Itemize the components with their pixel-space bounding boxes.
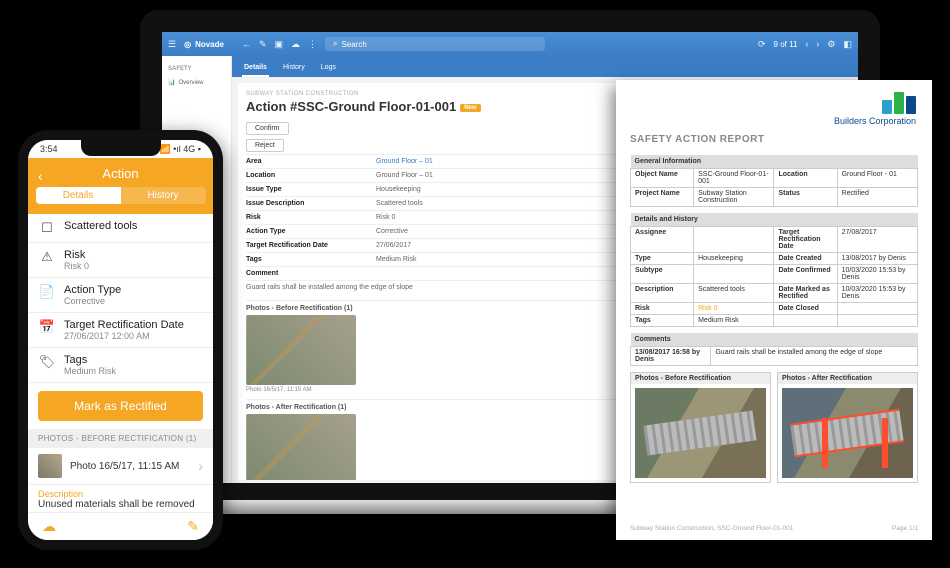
settings-icon[interactable]: ⚙	[827, 39, 835, 50]
photo-thumb	[38, 454, 62, 478]
photo-row[interactable]: Photo 16/5/17, 11:15 AM ›	[28, 448, 213, 485]
screen-title: Action	[28, 166, 213, 181]
section-heading: PHOTOS - BEFORE RECTIFICATION (1)	[28, 429, 213, 448]
field-label: Area	[246, 158, 376, 165]
section-heading: Details and History	[631, 213, 918, 227]
list-item: ☐ Scattered tools	[28, 214, 213, 243]
search-icon: ⌕	[333, 39, 337, 49]
next-icon[interactable]: ›	[816, 39, 819, 49]
edit-icon[interactable]: ✎	[259, 39, 267, 50]
segment-control[interactable]: Details History	[36, 187, 206, 204]
phone-notch	[81, 140, 161, 156]
photo-label: Photo 16/5/17, 11:15 AM	[70, 461, 179, 472]
brand-icon: ◎	[184, 40, 191, 49]
phone-screen: 3:54 📶 📶 •ıl 4G ▪ ‹ Action Details Histo…	[28, 140, 213, 540]
status-time: 3:54	[40, 144, 58, 154]
pager-text: 9 of 11	[774, 40, 798, 49]
tab-logs[interactable]: Logs	[319, 60, 338, 77]
phone-toolbar: ☁ ✎	[28, 512, 213, 540]
search-input[interactable]: ⌕ Search	[325, 37, 545, 51]
report-page: Builders Corporation SAFETY ACTION REPOR…	[616, 80, 932, 540]
document-icon: 📄	[38, 284, 56, 300]
list-item: 📄Action TypeCorrective	[28, 278, 213, 313]
back-icon[interactable]: ‹	[38, 168, 43, 184]
photo-thumb[interactable]	[246, 315, 356, 385]
calendar-icon: 📅	[38, 319, 56, 335]
report-footer-right: Page 1/1	[892, 525, 918, 532]
upload-icon[interactable]: ☁	[291, 39, 300, 50]
tab-details[interactable]: Details	[242, 60, 269, 77]
photo-image	[782, 388, 913, 478]
status-badge: New	[460, 104, 480, 112]
brand-label: Novade	[195, 40, 224, 49]
edit-icon[interactable]: ✎	[187, 518, 199, 535]
sidebar-item-overview[interactable]: 📊 Overview	[166, 76, 227, 89]
sidebar-category: SAFETY	[168, 66, 225, 72]
refresh-icon[interactable]: ⟳	[758, 39, 766, 50]
tab-bar: Details History Logs	[232, 56, 858, 77]
list-item: 🏷TagsMedium Risk	[28, 348, 213, 383]
company-name: Builders Corporation	[834, 116, 916, 126]
app-topbar: ☰ ◎ Novade ← ✎ ▣ ☁ ⋮ ⌕ Search ⟳ 9 of 11 …	[162, 32, 858, 56]
mark-rectified-button[interactable]: Mark as Rectified	[38, 391, 203, 421]
photo-thumb[interactable]	[246, 414, 356, 480]
confirm-button[interactable]: Confirm	[246, 122, 289, 135]
photo-before-box: Photos - Before Rectification	[630, 372, 771, 483]
segment-details[interactable]: Details	[36, 187, 121, 204]
search-placeholder: Search	[342, 40, 367, 49]
description-label: Description	[38, 489, 203, 499]
report-title: SAFETY ACTION REPORT	[630, 134, 918, 145]
list-item: 📅Target Rectification Date27/06/2017 12:…	[28, 313, 213, 348]
risk-icon: ⚠	[38, 249, 56, 265]
reject-button[interactable]: Reject	[246, 139, 284, 152]
field-value-link[interactable]: Ground Floor – 01	[376, 158, 433, 165]
phone-frame: 3:54 📶 📶 •ıl 4G ▪ ‹ Action Details Histo…	[18, 130, 223, 550]
prev-icon[interactable]: ‹	[805, 39, 808, 49]
company-logo: Builders Corporation	[834, 92, 916, 126]
photo-after-box: Photos - After Rectification	[777, 372, 918, 483]
chevron-right-icon: ›	[198, 458, 203, 474]
photo-image	[635, 388, 766, 478]
app-brand: ◎ Novade	[184, 40, 224, 49]
menu-icon[interactable]: ☰	[168, 39, 176, 50]
more-icon[interactable]: ⋮	[308, 39, 317, 50]
tab-history[interactable]: History	[281, 60, 307, 77]
phone-header: ‹ Action Details History	[28, 158, 213, 214]
report-footer-left: Subway Station Construction, SSC-Ground …	[630, 525, 793, 532]
section-heading: Comments	[631, 333, 918, 347]
camera-icon[interactable]: ▣	[275, 39, 284, 50]
list-item: ⚠RiskRisk 0	[28, 243, 213, 278]
checkbox-icon[interactable]: ☐	[38, 220, 56, 236]
tag-icon: 🏷	[38, 354, 56, 370]
segment-history[interactable]: History	[121, 187, 206, 204]
section-heading: General Information	[631, 155, 918, 169]
account-icon[interactable]: ◧	[843, 39, 852, 50]
back-icon[interactable]: ←	[242, 39, 251, 49]
cloud-upload-icon[interactable]: ☁	[42, 518, 56, 535]
